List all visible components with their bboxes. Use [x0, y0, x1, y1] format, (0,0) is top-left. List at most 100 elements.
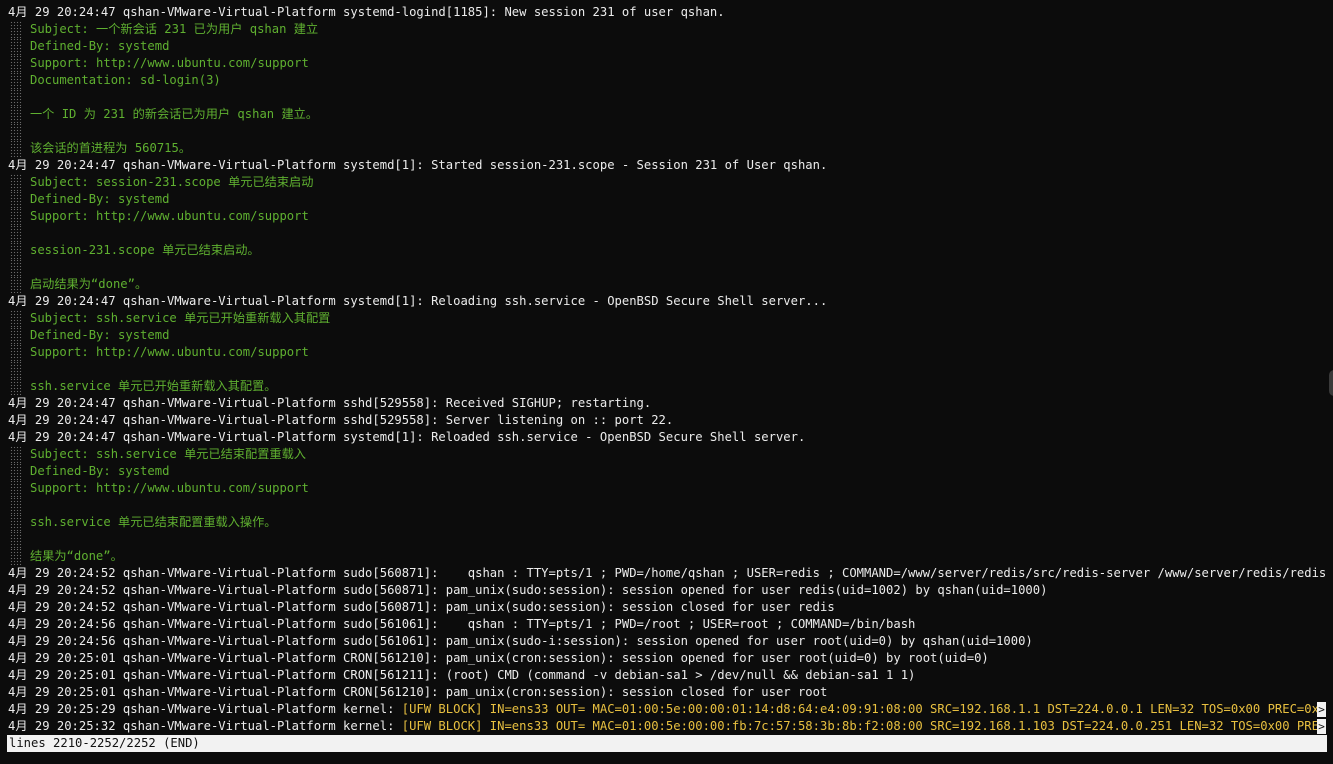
timestamp: 4月 29 20:24:52	[8, 600, 116, 614]
timestamp: 4月 29 20:24:47	[8, 413, 116, 427]
log-message: qshan-VMware-Virtual-Platform sudo[56087…	[115, 566, 1326, 580]
kernel-message: [UFW BLOCK] IN=ens33 OUT= MAC=01:00:5e:0…	[401, 719, 1326, 733]
log-detail-line: 该会话的首进程为 560715。	[0, 140, 1326, 157]
log-detail-line: 结果为“done”。	[0, 548, 1326, 565]
log-detail-line: Defined-By: systemd	[0, 38, 1326, 55]
detail-text: Support: http://www.ubuntu.com/support	[30, 56, 309, 70]
detail-text: 结果为“done”。	[30, 549, 123, 563]
log-message: qshan-VMware-Virtual-Platform CRON[56121…	[115, 685, 828, 699]
timestamp: 4月 29 20:24:56	[8, 617, 116, 631]
detail-text: Subject: ssh.service 单元已结束配置重载入	[30, 447, 306, 461]
timestamp: 4月 29 20:24:52	[8, 566, 116, 580]
line-truncated-marker: >	[1317, 702, 1326, 717]
detail-text: 该会话的首进程为 560715。	[30, 141, 192, 155]
detail-text: session-231.scope 单元已结束启动。	[30, 243, 260, 257]
log-output: 4月 29 20:24:47 qshan-VMware-Virtual-Plat…	[0, 4, 1326, 735]
pager-status-bar: lines 2210-2252/2252 (END)	[7, 735, 1327, 752]
detail-text: Support: http://www.ubuntu.com/support	[30, 481, 309, 495]
log-detail-line	[0, 361, 1326, 378]
log-message: qshan-VMware-Virtual-Platform systemd-lo…	[115, 5, 725, 19]
timestamp: 4月 29 20:24:47	[8, 430, 116, 444]
log-detail-line: Subject: ssh.service 单元已结束配置重载入	[0, 446, 1326, 463]
log-message: qshan-VMware-Virtual-Platform sudo[56106…	[115, 617, 916, 631]
log-detail-line: ssh.service 单元已开始重新载入其配置。	[0, 378, 1326, 395]
log-detail-line	[0, 225, 1326, 242]
log-detail-line: Support: http://www.ubuntu.com/support	[0, 344, 1326, 361]
log-entry-line: 4月 29 20:24:47 qshan-VMware-Virtual-Plat…	[0, 293, 1326, 310]
detail-text: Support: http://www.ubuntu.com/support	[30, 345, 309, 359]
detail-text: ssh.service 单元已结束配置重载入操作。	[30, 515, 277, 529]
timestamp: 4月 29 20:24:52	[8, 583, 116, 597]
log-message: qshan-VMware-Virtual-Platform CRON[56121…	[115, 651, 989, 665]
timestamp: 4月 29 20:24:47	[8, 158, 116, 172]
log-entry-line: 4月 29 20:24:56 qshan-VMware-Virtual-Plat…	[0, 616, 1326, 633]
log-source: qshan-VMware-Virtual-Platform kernel:	[115, 719, 402, 733]
log-entry-line: 4月 29 20:25:01 qshan-VMware-Virtual-Plat…	[0, 684, 1326, 701]
log-entry-line: 4月 29 20:24:47 qshan-VMware-Virtual-Plat…	[0, 4, 1326, 21]
timestamp: 4月 29 20:25:01	[8, 668, 116, 682]
log-entry-line: 4月 29 20:24:52 qshan-VMware-Virtual-Plat…	[0, 582, 1326, 599]
detail-text: ssh.service 单元已开始重新载入其配置。	[30, 379, 277, 393]
timestamp: 4月 29 20:25:29	[8, 702, 116, 716]
log-detail-line: Subject: ssh.service 单元已开始重新载入其配置	[0, 310, 1326, 327]
detail-text: Subject: 一个新会话 231 已为用户 qshan 建立	[30, 22, 319, 36]
log-message: qshan-VMware-Virtual-Platform systemd[1]…	[115, 158, 828, 172]
log-entry-line: 4月 29 20:25:01 qshan-VMware-Virtual-Plat…	[0, 667, 1326, 684]
detail-text: Subject: session-231.scope 单元已结束启动	[30, 175, 314, 189]
log-entry-line: 4月 29 20:24:47 qshan-VMware-Virtual-Plat…	[0, 395, 1326, 412]
log-entry-line: 4月 29 20:25:01 qshan-VMware-Virtual-Plat…	[0, 650, 1326, 667]
log-message: qshan-VMware-Virtual-Platform sudo[56087…	[115, 600, 835, 614]
log-detail-line: Support: http://www.ubuntu.com/support	[0, 55, 1326, 72]
log-detail-line: 一个 ID 为 231 的新会话已为用户 qshan 建立。	[0, 106, 1326, 123]
detail-text: Defined-By: systemd	[30, 464, 170, 478]
log-message: qshan-VMware-Virtual-Platform sshd[52955…	[115, 396, 652, 410]
log-entry-line: 4月 29 20:24:47 qshan-VMware-Virtual-Plat…	[0, 157, 1326, 174]
detail-text: Documentation: sd-login(3)	[30, 73, 221, 87]
detail-text: Defined-By: systemd	[30, 39, 170, 53]
log-detail-line: Support: http://www.ubuntu.com/support	[0, 208, 1326, 225]
log-message: qshan-VMware-Virtual-Platform CRON[56121…	[115, 668, 916, 682]
detail-text: Defined-By: systemd	[30, 192, 170, 206]
kernel-message: [UFW BLOCK] IN=ens33 OUT= MAC=01:00:5e:0…	[401, 702, 1326, 716]
detail-text: Subject: ssh.service 单元已开始重新载入其配置	[30, 311, 331, 325]
log-detail-line: Defined-By: systemd	[0, 191, 1326, 208]
detail-text: Defined-By: systemd	[30, 328, 170, 342]
log-detail-line: 启动结果为“done”。	[0, 276, 1326, 293]
log-detail-line: Subject: session-231.scope 单元已结束启动	[0, 174, 1326, 191]
log-detail-line	[0, 89, 1326, 106]
log-message: qshan-VMware-Virtual-Platform systemd[1]…	[115, 430, 806, 444]
log-entry-line: 4月 29 20:24:47 qshan-VMware-Virtual-Plat…	[0, 412, 1326, 429]
log-detail-line: Defined-By: systemd	[0, 327, 1326, 344]
log-message: qshan-VMware-Virtual-Platform sudo[56087…	[115, 583, 1048, 597]
log-detail-line: Support: http://www.ubuntu.com/support	[0, 480, 1326, 497]
log-detail-line: Documentation: sd-login(3)	[0, 72, 1326, 89]
line-truncated-marker: >	[1317, 719, 1326, 734]
log-detail-line	[0, 531, 1326, 548]
log-detail-line	[0, 259, 1326, 276]
timestamp: 4月 29 20:25:32	[8, 719, 116, 733]
log-detail-line	[0, 497, 1326, 514]
timestamp: 4月 29 20:24:56	[8, 634, 116, 648]
log-message: qshan-VMware-Virtual-Platform sshd[52955…	[115, 413, 674, 427]
timestamp: 4月 29 20:24:47	[8, 294, 116, 308]
scrollbar-thumb[interactable]	[1329, 370, 1333, 396]
log-message: qshan-VMware-Virtual-Platform sudo[56106…	[115, 634, 1033, 648]
timestamp: 4月 29 20:25:01	[8, 651, 116, 665]
log-detail-line: Defined-By: systemd	[0, 463, 1326, 480]
log-source: qshan-VMware-Virtual-Platform kernel:	[115, 702, 402, 716]
log-entry-line: 4月 29 20:24:52 qshan-VMware-Virtual-Plat…	[0, 599, 1326, 616]
timestamp: 4月 29 20:25:01	[8, 685, 116, 699]
detail-text: 启动结果为“done”。	[30, 277, 148, 291]
log-entry-line: 4月 29 20:24:56 qshan-VMware-Virtual-Plat…	[0, 633, 1326, 650]
log-message: qshan-VMware-Virtual-Platform systemd[1]…	[115, 294, 828, 308]
timestamp: 4月 29 20:24:47	[8, 5, 116, 19]
detail-text: 一个 ID 为 231 的新会话已为用户 qshan 建立。	[30, 107, 319, 121]
log-entry-line: 4月 29 20:25:29 qshan-VMware-Virtual-Plat…	[0, 701, 1326, 718]
log-entry-line: 4月 29 20:24:47 qshan-VMware-Virtual-Plat…	[0, 429, 1326, 446]
log-entry-line: 4月 29 20:25:32 qshan-VMware-Virtual-Plat…	[0, 718, 1326, 735]
log-detail-line: ssh.service 单元已结束配置重载入操作。	[0, 514, 1326, 531]
log-detail-line: session-231.scope 单元已结束启动。	[0, 242, 1326, 259]
log-detail-line	[0, 123, 1326, 140]
timestamp: 4月 29 20:24:47	[8, 396, 116, 410]
terminal-window[interactable]: 4月 29 20:24:47 qshan-VMware-Virtual-Plat…	[0, 0, 1333, 764]
